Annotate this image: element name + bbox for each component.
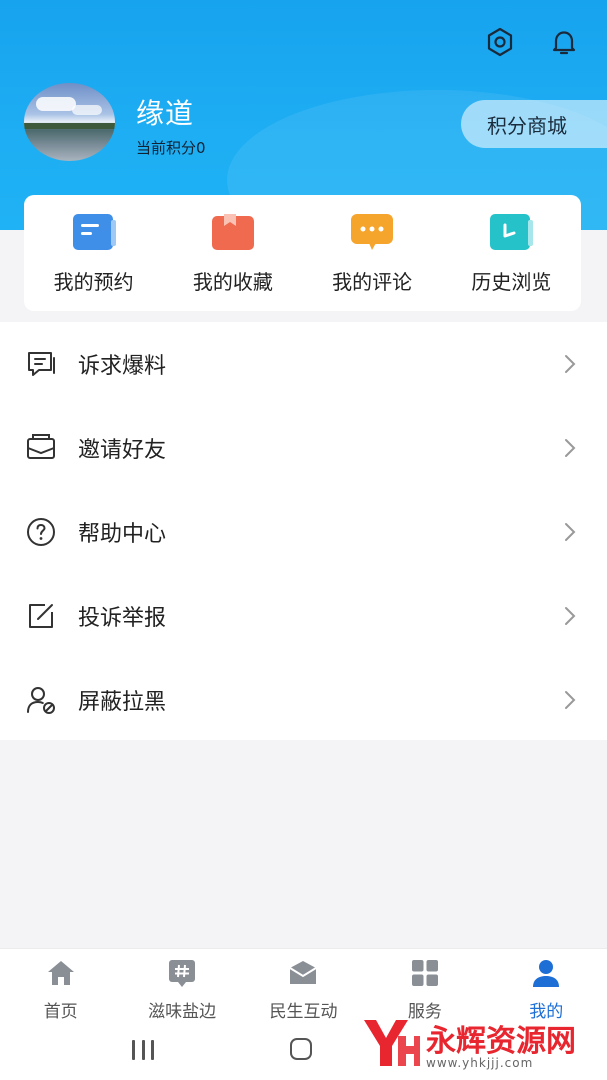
tab-label: 民生互动 (269, 1002, 338, 1022)
recent-apps-button[interactable] (132, 1040, 154, 1060)
quick-action-label: 我的收藏 (192, 269, 273, 294)
grid-icon (408, 957, 442, 989)
settings-icon[interactable] (480, 22, 520, 62)
quick-action-history[interactable]: 历史浏览 (446, 212, 576, 295)
envelope-icon (24, 431, 58, 465)
home-button[interactable] (290, 1038, 312, 1060)
chevron-right-icon (565, 355, 576, 373)
menu-item-label: 屏蔽拉黑 (78, 690, 167, 715)
menu-item-complaint[interactable]: 投诉举报 (0, 574, 607, 658)
tab-local-flavor[interactable]: 滋味盐边 (122, 949, 242, 1028)
quick-action-label: 我的预约 (53, 269, 134, 294)
tab-home[interactable]: 首页 (1, 949, 121, 1028)
hashtag-chat-icon (165, 957, 199, 989)
tab-label: 滋味盐边 (148, 1002, 217, 1022)
bell-icon[interactable] (544, 22, 584, 62)
quick-action-label: 历史浏览 (471, 269, 552, 294)
chevron-right-icon (565, 439, 576, 457)
watermark-text: 永辉资源网 (426, 1024, 576, 1059)
bookmark-icon (210, 212, 256, 252)
tab-public-interaction[interactable]: 民生互动 (243, 949, 363, 1028)
person-icon (529, 957, 563, 989)
user-block-icon (24, 683, 58, 717)
menu-item-label: 帮助中心 (78, 522, 167, 547)
report-chat-icon (24, 347, 58, 381)
chevron-right-icon (565, 691, 576, 709)
help-circle-icon (24, 515, 58, 549)
watermark-logo-icon (364, 1020, 420, 1066)
edit-square-icon (24, 599, 58, 633)
menu-item-blocklist[interactable]: 屏蔽拉黑 (0, 658, 607, 742)
tab-label: 首页 (43, 1002, 78, 1022)
menu-item-invite[interactable]: 邀请好友 (0, 406, 607, 490)
settings-menu: 诉求爆料 邀请好友 帮助中心 投诉举报 屏蔽拉黑 (0, 322, 607, 740)
quick-action-reservations[interactable]: 我的预约 (29, 212, 159, 295)
quick-action-comments[interactable]: 我的评论 (307, 212, 437, 295)
menu-item-label: 投诉举报 (78, 606, 167, 631)
watermark-url: www.yhkjjj.com (426, 1056, 534, 1070)
reservation-icon (71, 212, 117, 252)
chevron-right-icon (565, 523, 576, 541)
history-icon (488, 212, 534, 252)
watermark: 永辉资源网 www.yhkjjj.com (360, 1012, 576, 1072)
avatar[interactable] (24, 83, 115, 161)
menu-item-label: 诉求爆料 (78, 354, 167, 379)
menu-item-label: 邀请好友 (78, 438, 167, 463)
mail-box-icon (286, 957, 320, 989)
quick-actions-card: 我的预约 我的收藏 我的评论 历史浏览 (24, 195, 581, 311)
chevron-right-icon (565, 607, 576, 625)
username: 缘道 (136, 97, 195, 130)
quick-action-label: 我的评论 (332, 269, 413, 294)
points-mall-button[interactable]: 积分商城 (461, 100, 607, 148)
menu-item-help[interactable]: 帮助中心 (0, 490, 607, 574)
quick-action-favorites[interactable]: 我的收藏 (168, 212, 298, 295)
comment-icon (349, 212, 395, 252)
menu-item-report[interactable]: 诉求爆料 (0, 322, 607, 406)
points-label: 当前积分0 (136, 139, 206, 157)
home-icon (44, 957, 78, 989)
